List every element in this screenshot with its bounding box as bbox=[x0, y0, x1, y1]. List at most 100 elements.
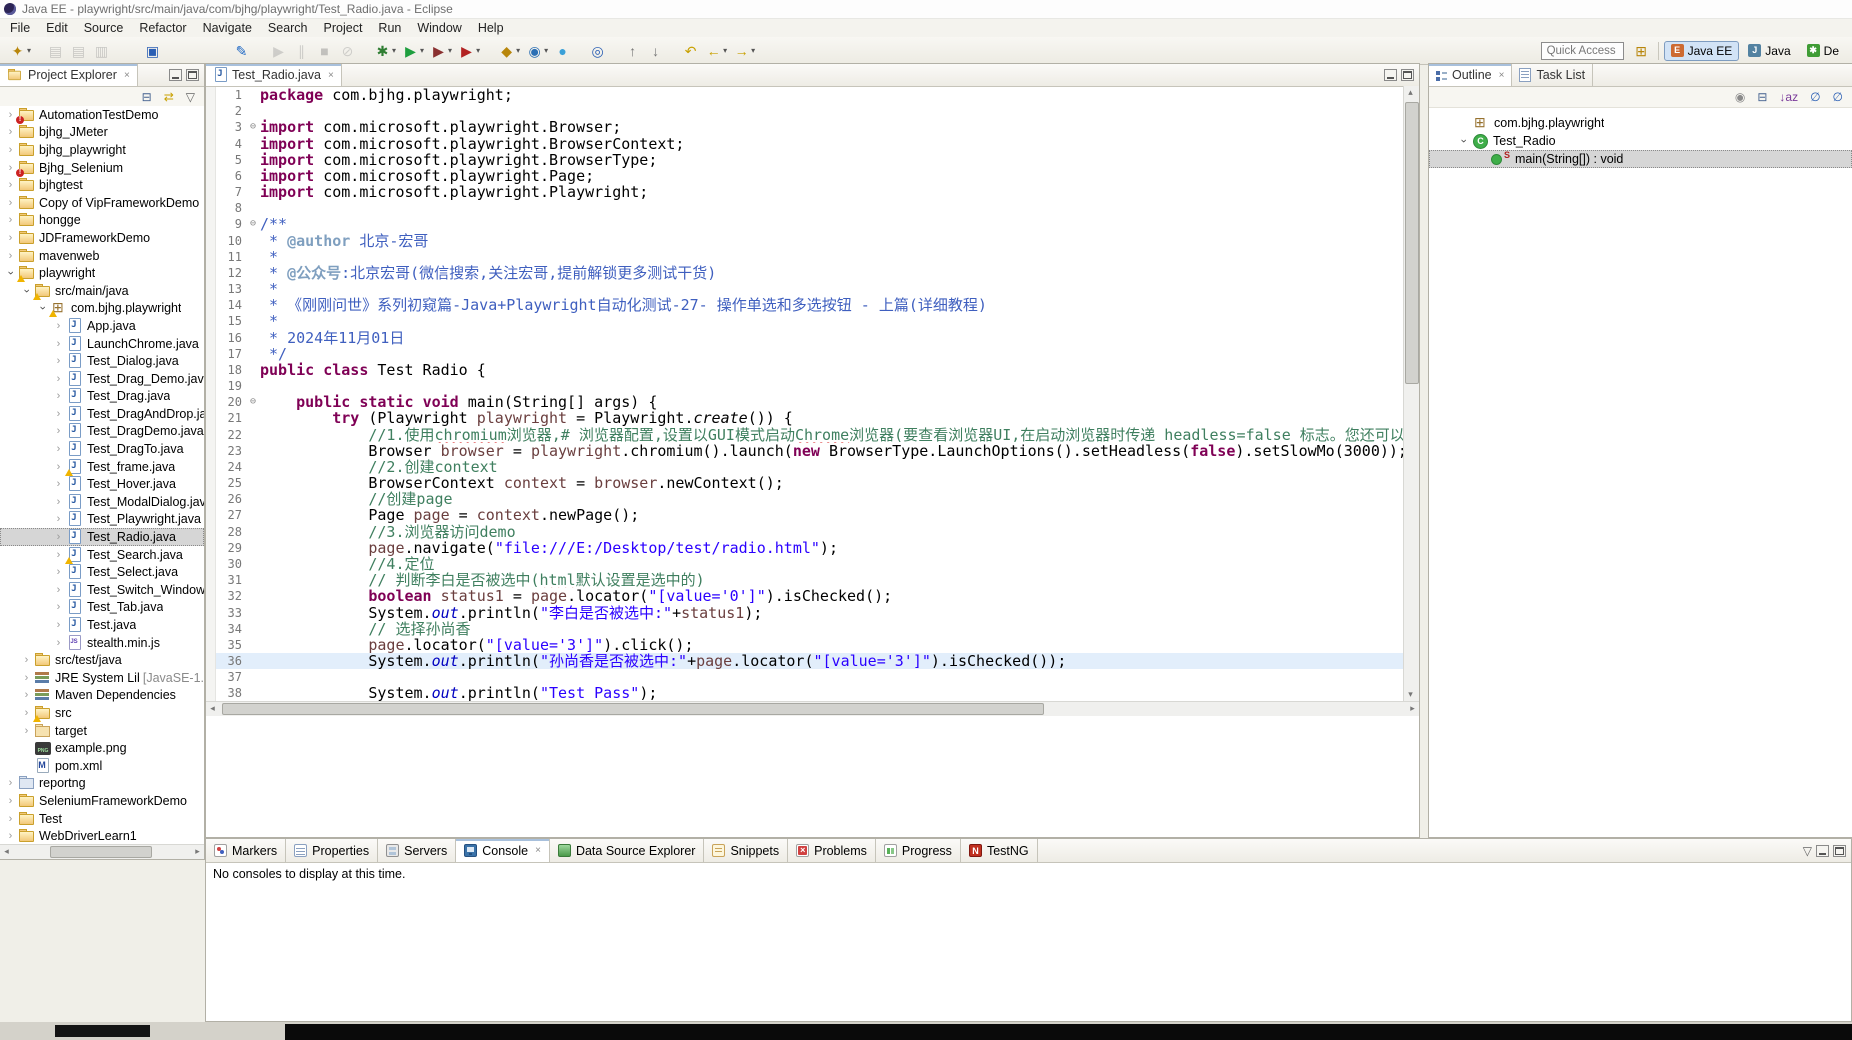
fold-collapse-icon[interactable]: ⊖ bbox=[246, 119, 260, 135]
tree-item[interactable]: › playwright bbox=[0, 264, 204, 283]
outline-item[interactable]: › C Test_Radio bbox=[1429, 132, 1852, 150]
tree-item[interactable]: › mavenweb bbox=[0, 247, 204, 265]
expander-icon[interactable]: › bbox=[1458, 137, 1470, 146]
minimize-icon[interactable] bbox=[1816, 844, 1829, 857]
tab-data-source-explorer[interactable]: Data Source Explorer bbox=[550, 839, 705, 862]
scrollbar-thumb[interactable] bbox=[50, 846, 152, 858]
tab-progress[interactable]: Progress bbox=[876, 839, 961, 862]
disconnect-button[interactable]: ⊘ bbox=[336, 40, 359, 62]
minimize-icon[interactable] bbox=[1384, 69, 1397, 81]
expander-icon[interactable]: › bbox=[54, 637, 63, 649]
tree-item[interactable]: › WebDriverLearn1 bbox=[0, 827, 204, 845]
close-icon[interactable]: × bbox=[124, 70, 130, 81]
scrollbar-thumb[interactable] bbox=[1405, 102, 1419, 384]
search-button[interactable]: ◎ bbox=[586, 40, 609, 62]
expander-icon[interactable]: › bbox=[54, 601, 63, 613]
expander-icon[interactable]: › bbox=[22, 654, 31, 666]
save-button[interactable]: ▤ bbox=[44, 40, 67, 62]
menu-file[interactable]: File bbox=[2, 19, 38, 37]
tree-item[interactable]: › hongge bbox=[0, 212, 204, 230]
tree-item[interactable]: › target bbox=[0, 722, 204, 740]
expander-icon[interactable]: › bbox=[6, 144, 15, 156]
tree-item[interactable]: › Test_Radio.java bbox=[0, 528, 204, 546]
expander-icon[interactable]: › bbox=[22, 689, 31, 701]
tree-item[interactable]: › Test_Hover.java bbox=[0, 475, 204, 493]
fold-collapse-icon[interactable]: ⊖ bbox=[246, 394, 260, 410]
view-menu-icon[interactable]: ▽ bbox=[1803, 844, 1812, 858]
perspective-java[interactable]: J Java bbox=[1741, 41, 1797, 61]
view-menu-button[interactable]: ▽ bbox=[183, 86, 198, 108]
project-explorer-hscrollbar[interactable]: ◂ ▸ bbox=[0, 844, 204, 859]
tree-item[interactable]: › Test_DragTo.java bbox=[0, 440, 204, 458]
tree-item[interactable]: › bjhgtest bbox=[0, 176, 204, 194]
tab-testng[interactable]: TestNG bbox=[961, 839, 1038, 862]
expander-icon[interactable]: › bbox=[6, 795, 15, 807]
expander-icon[interactable]: › bbox=[6, 197, 15, 209]
tree-item[interactable]: ›! AutomationTestDemo bbox=[0, 106, 204, 124]
tree-item[interactable]: › bjhg_playwright bbox=[0, 141, 204, 159]
expander-icon[interactable]: › bbox=[6, 232, 15, 244]
expander-icon[interactable]: › bbox=[54, 566, 63, 578]
tree-item[interactable]: › Test_Playwright.java bbox=[0, 511, 204, 529]
expander-icon[interactable]: › bbox=[54, 338, 63, 350]
scroll-down-icon[interactable]: ▾ bbox=[1404, 688, 1417, 701]
tree-item[interactable]: › JDFrameworkDemo bbox=[0, 229, 204, 247]
tab-snippets[interactable]: Snippets bbox=[704, 839, 789, 862]
forward-button[interactable]: → bbox=[730, 40, 758, 62]
perspective-java-ee[interactable]: E Java EE bbox=[1663, 40, 1740, 61]
tab-project-explorer[interactable]: Project Explorer × bbox=[0, 64, 138, 86]
expander-icon[interactable]: › bbox=[6, 214, 15, 226]
menu-window[interactable]: Window bbox=[409, 19, 469, 37]
expander-icon[interactable]: › bbox=[6, 109, 15, 121]
tree-item[interactable]: › Maven Dependencies bbox=[0, 687, 204, 705]
fold-collapse-icon[interactable]: ⊖ bbox=[246, 216, 260, 232]
tree-item[interactable]: › JRE System Library [JavaSE-1. bbox=[0, 669, 204, 687]
expander-icon[interactable]: › bbox=[6, 162, 15, 174]
expander-icon[interactable]: › bbox=[54, 355, 63, 367]
new-web-project-button[interactable]: ◉ bbox=[523, 40, 551, 62]
tree-item[interactable]: › src/main/java bbox=[0, 282, 204, 300]
tree-item[interactable]: › src/test/java bbox=[0, 651, 204, 669]
markup-pen-button[interactable]: ✎ bbox=[230, 40, 253, 62]
menu-source[interactable]: Source bbox=[76, 19, 132, 37]
scroll-left-icon[interactable]: ◂ bbox=[206, 702, 219, 715]
annotations-next-button[interactable]: ↓ bbox=[644, 40, 667, 62]
tree-item[interactable]: › Test_DragDemo.java bbox=[0, 423, 204, 441]
expander-icon[interactable]: › bbox=[37, 304, 49, 313]
expander-icon[interactable]: › bbox=[54, 549, 63, 561]
menu-navigate[interactable]: Navigate bbox=[195, 19, 260, 37]
tab-properties[interactable]: Properties bbox=[286, 839, 379, 862]
tree-item[interactable]: › Copy of VipFrameworkDemo bbox=[0, 194, 204, 212]
menu-refactor[interactable]: Refactor bbox=[131, 19, 194, 37]
print-button[interactable]: ▥ bbox=[90, 40, 113, 62]
expander-icon[interactable]: › bbox=[6, 126, 15, 138]
expander-icon[interactable]: › bbox=[6, 179, 15, 191]
focus-button[interactable]: ◉ bbox=[1732, 86, 1748, 108]
expander-icon[interactable]: › bbox=[5, 269, 17, 278]
menu-edit[interactable]: Edit bbox=[38, 19, 76, 37]
link-editor-button[interactable]: ⇄ bbox=[161, 86, 177, 108]
open-perspective-button[interactable]: ⊞ bbox=[1630, 40, 1653, 62]
close-icon[interactable]: × bbox=[535, 845, 541, 856]
menu-run[interactable]: Run bbox=[370, 19, 409, 37]
tree-item[interactable]: › Test_Drag_Demo.java bbox=[0, 370, 204, 388]
suspend-button[interactable]: ∥ bbox=[290, 40, 313, 62]
scroll-left-icon[interactable]: ◂ bbox=[0, 845, 13, 858]
tree-item[interactable]: › LaunchChrome.java bbox=[0, 335, 204, 353]
new-wizard-button[interactable]: ✦ bbox=[6, 40, 34, 62]
tree-item[interactable]: › Test.java bbox=[0, 616, 204, 634]
coverage-button[interactable]: ▶ bbox=[427, 40, 455, 62]
scroll-right-icon[interactable]: ▸ bbox=[191, 845, 204, 858]
expander-icon[interactable]: › bbox=[54, 513, 63, 525]
tree-item[interactable]: › bjhg_JMeter bbox=[0, 124, 204, 142]
expander-icon[interactable]: › bbox=[22, 707, 31, 719]
tree-item[interactable]: › Test_Search.java bbox=[0, 546, 204, 564]
expander-icon[interactable]: › bbox=[54, 408, 63, 420]
sort-button[interactable]: ↓az bbox=[1776, 86, 1801, 108]
resume-button[interactable]: ▶ bbox=[267, 40, 290, 62]
expander-icon[interactable]: › bbox=[6, 830, 15, 842]
tree-item[interactable]: › SeleniumFrameworkDemo bbox=[0, 792, 204, 810]
collapse-all-button[interactable]: ⊟ bbox=[139, 86, 155, 108]
editor-vscrollbar[interactable]: ▴ ▾ bbox=[1403, 86, 1419, 701]
outline-item[interactable]: Smain(String[]) : void bbox=[1429, 150, 1852, 168]
